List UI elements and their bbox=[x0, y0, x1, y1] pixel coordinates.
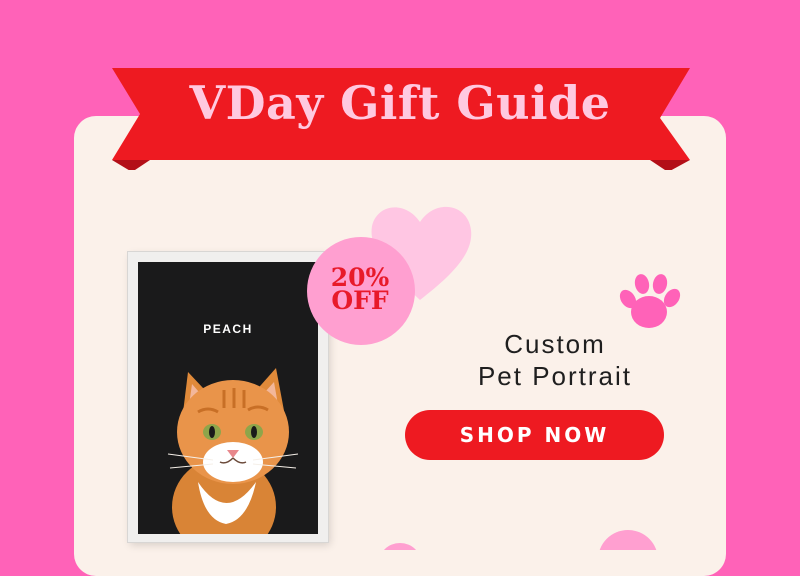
product-title: Custom Pet Portrait bbox=[420, 328, 690, 392]
product-title-line2: Pet Portrait bbox=[477, 361, 633, 391]
product-title-line1: Custom bbox=[504, 329, 606, 359]
shop-now-button[interactable]: SHOP NOW bbox=[405, 410, 664, 460]
discount-text: 20% OFF bbox=[305, 265, 415, 315]
bottom-circle-decor bbox=[383, 530, 657, 550]
discount-off: OFF bbox=[331, 286, 389, 315]
cat-illustration bbox=[167, 368, 299, 534]
paw-print-icon bbox=[619, 274, 681, 328]
portrait-frame: PEACH bbox=[128, 252, 328, 542]
portrait-poster: PEACH bbox=[138, 262, 318, 534]
banner-title: VDay Gift Guide bbox=[189, 76, 611, 130]
